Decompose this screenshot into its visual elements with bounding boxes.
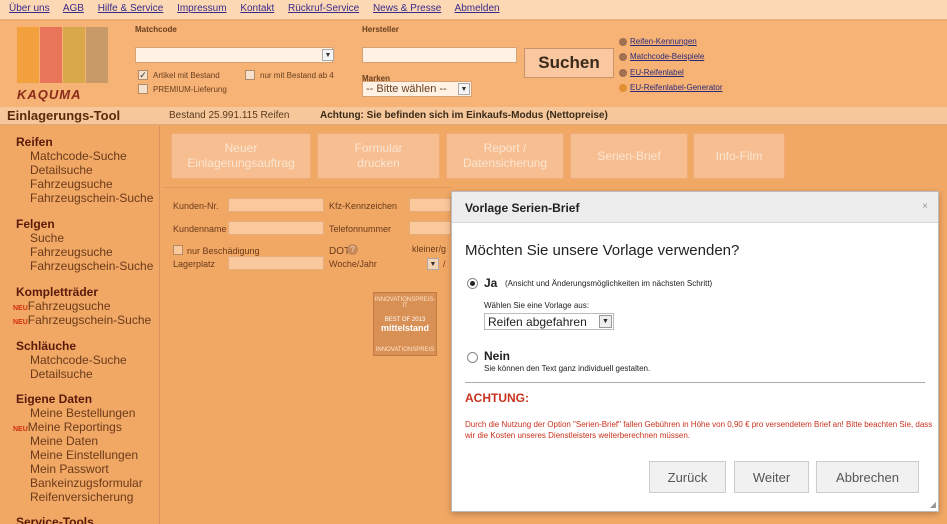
sidebar-item-felgen-suche[interactable]: Suche (30, 231, 64, 245)
sidebar: Reifen Matchcode-Suche Detailsuche Fahrz… (0, 126, 160, 524)
marken-select-value: -- Bitte wählen -- (366, 83, 447, 95)
nav-abmelden[interactable]: Abmelden (455, 3, 500, 14)
vorlage-select-value: Reifen abgefahren (488, 315, 587, 329)
nav-ruckruf-service[interactable]: Rückruf-Service (288, 3, 359, 14)
neu-badge: NEU (13, 305, 28, 312)
sidebar-heading-reifen[interactable]: Reifen (16, 135, 53, 149)
matchcode-dropdown-arrow[interactable]: ▼ (322, 49, 334, 61)
sidebar-item-schlauche-matchcode-suche[interactable]: Matchcode-Suche (30, 353, 127, 367)
sidebar-item-label: Fahrzeugschein-Suche (27, 313, 152, 327)
sidebar-heading-eigene-daten[interactable]: Eigene Daten (16, 392, 92, 406)
serien-brief-dialog: Vorlage Serien-Brief × Möchten Sie unser… (451, 191, 939, 512)
top-navigation: Über uns AGB Hilfe & Service Impressum K… (0, 0, 947, 20)
title-bar: Einlagerungs-Tool Bestand 25.991.115 Rei… (0, 107, 947, 125)
artikel-checkbox[interactable]: ✓ (138, 70, 148, 80)
dialog-title-bar: Vorlage Serien-Brief (452, 192, 938, 223)
sidebar-item-felgen-fahrzeugschein-suche[interactable]: Fahrzeugschein-Suche (30, 259, 153, 273)
hersteller-input[interactable] (362, 47, 517, 63)
zuruck-button[interactable]: Zurück (649, 461, 726, 493)
hersteller-label: Hersteller (362, 25, 399, 34)
sidebar-heading-schlauche[interactable]: Schläuche (16, 339, 76, 353)
nav-impressum[interactable]: Impressum (177, 3, 226, 14)
search-button[interactable]: Suchen (524, 48, 614, 78)
sidebar-item-meine-einstellungen[interactable]: Meine Einstellungen (30, 448, 138, 462)
artikel-label: Artikel mit Bestand (153, 71, 220, 80)
nav-hilfe-service[interactable]: Hilfe & Service (98, 3, 164, 14)
nur-bestand-checkbox[interactable] (245, 70, 255, 80)
sidebar-item-fahrzeugsuche[interactable]: Fahrzeugsuche (30, 177, 113, 191)
dialog-title: Vorlage Serien-Brief (465, 201, 580, 215)
sidebar-item-meine-reportings[interactable]: NEUMeine Reportings (13, 420, 122, 434)
achtung-text: Durch die Nutzung der Option "Serien-Bri… (465, 420, 933, 440)
help-link-eu-reifenlabel-generator[interactable]: EU-Reifenlabel-Generator (619, 83, 723, 92)
chevron-down-icon: ▼ (599, 315, 612, 328)
nav-uber-uns[interactable]: Über uns (9, 3, 50, 14)
help-link-reifen-kennungen[interactable]: Reifen-Kennungen (619, 37, 697, 46)
weiter-button[interactable]: Weiter (734, 461, 809, 493)
abbrechen-button[interactable]: Abbrechen (816, 461, 919, 493)
dialog-question: Möchten Sie unsere Vorlage verwenden? (465, 242, 740, 259)
sidebar-heading-komplettrader[interactable]: Kompletträder (16, 285, 98, 299)
help-icon (619, 52, 627, 61)
resize-handle-icon[interactable]: ◢ (930, 500, 936, 509)
help-icon (619, 37, 627, 46)
tool-title: Einlagerungs-Tool (7, 108, 121, 123)
sidebar-item-meine-bestellungen[interactable]: Meine Bestellungen (30, 406, 135, 420)
neu-badge: NEU (13, 426, 28, 433)
sidebar-item-reifenversicherung[interactable]: Reifenversicherung (30, 490, 133, 504)
sidebar-heading-service-tools[interactable]: Service-Tools (16, 515, 94, 524)
sidebar-item-bankeinzugsformular[interactable]: Bankeinzugsformular (30, 476, 143, 490)
ja-note: (Ansicht und Änderungsmöglichkeiten im n… (505, 279, 713, 288)
sidebar-heading-felgen[interactable]: Felgen (16, 217, 55, 231)
matchcode-input[interactable] (135, 47, 333, 63)
logo-text: KAQUMA (17, 87, 82, 102)
sidebar-item-detailsuche[interactable]: Detailsuche (30, 163, 93, 177)
nein-note: Sie können den Text ganz individuell ges… (484, 364, 651, 373)
help-icon (619, 68, 627, 77)
achtung-heading: ACHTUNG: (465, 391, 529, 405)
radio-nein[interactable] (467, 352, 478, 363)
vorlage-select[interactable]: Reifen abgefahren ▼ (484, 313, 614, 330)
help-link-eu-reifenlabel[interactable]: EU-Reifenlabel (619, 68, 684, 77)
help-link-text: Reifen-Kennungen (630, 37, 697, 46)
sidebar-item-fahrzeugschein-suche[interactable]: Fahrzeugschein-Suche (30, 191, 153, 205)
marken-select[interactable]: -- Bitte wählen -- (362, 81, 472, 97)
sidebar-item-komplett-fahrzeugsuche[interactable]: NEUFahrzeugsuche (13, 299, 111, 313)
dialog-divider (465, 382, 925, 383)
vorlage-label: Wählen Sie eine Vorlage aus: (484, 301, 589, 310)
help-link-text: EU-Reifenlabel-Generator (630, 83, 723, 92)
sidebar-item-komplett-fahrzeugschein-suche[interactable]: NEUFahrzeugschein-Suche (13, 313, 151, 327)
nein-label: Nein (484, 349, 511, 363)
radio-ja[interactable] (467, 278, 478, 289)
nav-news-presse[interactable]: News & Presse (373, 3, 441, 14)
ja-label: Ja (484, 276, 498, 290)
close-icon[interactable]: × (922, 201, 928, 212)
help-link-matchcode-beispiele[interactable]: Matchcode-Beispiele (619, 52, 704, 61)
sidebar-item-label: Meine Reportings (27, 420, 122, 434)
nur-bestand-label: nur mit Bestand ab 4 (260, 71, 334, 80)
sidebar-item-felgen-fahrzeugsuche[interactable]: Fahrzeugsuche (30, 245, 113, 259)
nav-agb[interactable]: AGB (63, 3, 84, 14)
neu-badge: NEU (13, 319, 28, 326)
matchcode-label: Matchcode (135, 25, 177, 34)
nav-kontakt[interactable]: Kontakt (240, 3, 274, 14)
sidebar-item-schlauche-detailsuche[interactable]: Detailsuche (30, 367, 93, 381)
help-link-text: EU-Reifenlabel (630, 68, 684, 77)
sidebar-item-matchcode-suche[interactable]: Matchcode-Suche (30, 149, 127, 163)
premium-checkbox[interactable] (138, 84, 148, 94)
help-link-text: Matchcode-Beispiele (630, 52, 705, 61)
sidebar-item-label: Fahrzeugsuche (27, 299, 111, 313)
header: KAQUMA Matchcode ▼ ✓ Artikel mit Bestand… (0, 21, 947, 107)
bestand-count: Bestand 25.991.115 Reifen (169, 110, 290, 121)
sidebar-item-meine-daten[interactable]: Meine Daten (30, 434, 98, 448)
warning-icon (619, 83, 627, 92)
mode-warning: Achtung: Sie befinden sich im Einkaufs-M… (320, 110, 608, 121)
logo[interactable] (17, 27, 109, 91)
marken-dropdown-arrow[interactable]: ▼ (458, 83, 470, 95)
sidebar-item-mein-passwort[interactable]: Mein Passwort (30, 462, 109, 476)
premium-label: PREMIUM-Lieferung (153, 85, 227, 94)
